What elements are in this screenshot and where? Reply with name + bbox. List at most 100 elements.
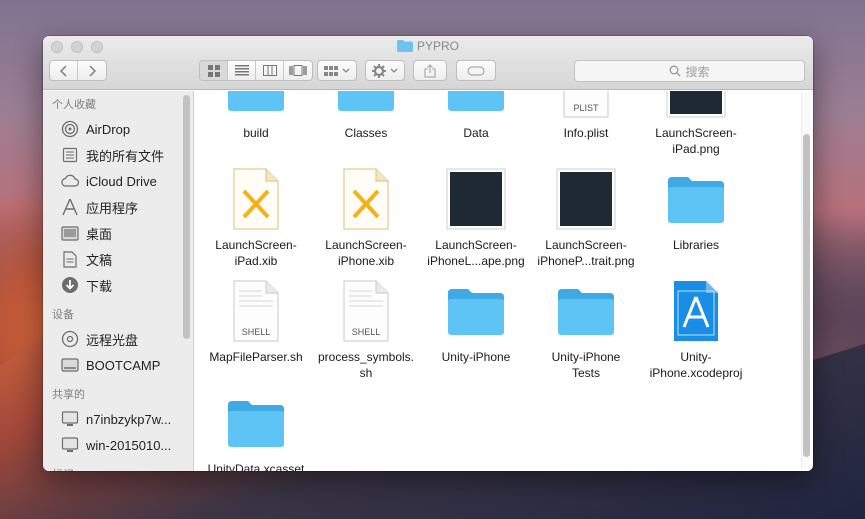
column-view-button[interactable]: [256, 61, 284, 80]
file-name: Data: [463, 126, 489, 140]
tags-button[interactable]: [456, 60, 496, 81]
file-icon: SHELL: [334, 279, 398, 343]
sidebar-scrollbar[interactable]: [183, 95, 190, 339]
folder-icon: [396, 40, 413, 52]
sidebar-item-remote-disc[interactable]: 远程光盘: [43, 326, 193, 352]
view-mode-switcher: [199, 60, 313, 81]
icon-view-button[interactable]: [200, 61, 228, 80]
file-item[interactable]: Data: [421, 91, 531, 141]
file-name: UnityData.xcasset: [207, 462, 305, 471]
file-icon: [444, 279, 508, 343]
list-view-button[interactable]: [228, 61, 256, 80]
desktop-icon: [60, 224, 80, 242]
gallery-view-button[interactable]: [284, 61, 312, 80]
sidebar-item-label: 下载: [86, 278, 113, 294]
file-item[interactable]: Unity-iPhone.xcodeproj: [641, 279, 751, 381]
file-icon: [664, 167, 728, 231]
file-item[interactable]: LaunchScreen-iPhone.xib: [311, 167, 421, 269]
file-name: Libraries: [672, 238, 720, 252]
file-icon: [224, 91, 288, 119]
sidebar-item-label: AirDrop: [86, 121, 131, 137]
file-item[interactable]: Unity-iPhone Tests: [531, 279, 641, 381]
shared-header: 共享的: [52, 389, 85, 401]
image-thumbnail-icon: [446, 168, 506, 230]
file-name: process_symbols.: [317, 350, 415, 364]
grid-icon: [207, 64, 220, 77]
document-icon: [60, 250, 80, 268]
sidebar-item-desktop[interactable]: 桌面: [43, 220, 193, 246]
file-item[interactable]: LaunchScreen-iPad.xib: [201, 167, 311, 269]
tag-icon: [467, 65, 485, 76]
file-item[interactable]: LaunchScreen-iPhoneP...trait.png: [531, 167, 641, 269]
file-item[interactable]: build: [201, 91, 311, 141]
drive-icon: [60, 356, 80, 374]
folder-icon: [338, 91, 394, 111]
action-button[interactable]: [365, 60, 405, 81]
file-name: Unity-iPhone: [441, 350, 511, 364]
folder-icon: [228, 401, 284, 447]
svg-text:SHELL: SHELL: [352, 327, 381, 337]
file-item[interactable]: SHELL MapFileParser.sh: [201, 279, 311, 365]
all-files-icon: [60, 146, 80, 164]
share-icon: [424, 63, 436, 78]
scrollbar-thumb[interactable]: [803, 134, 810, 457]
file-name: LaunchScreen-: [215, 238, 297, 252]
sidebar-item-shared-computer-1[interactable]: n7inbzykp7w...: [43, 406, 193, 432]
image-thumbnail-icon: [666, 91, 726, 118]
computer-icon: [60, 436, 80, 454]
sidebar-item-downloads[interactable]: 下载: [43, 272, 193, 298]
sidebar-item-documents[interactable]: 文稿: [43, 246, 193, 272]
folder-icon: [448, 91, 504, 111]
window-title: PYPRO: [416, 39, 459, 53]
sidebar: 个人收藏 AirDrop 我的所有文件 iCloud Drive 应用程序 桌面…: [43, 91, 194, 471]
file-item[interactable]: LaunchScreen-iPad.png: [641, 91, 751, 157]
shell-script-icon: SHELL: [343, 280, 389, 342]
history-nav: [49, 60, 107, 81]
file-name: iPhone.xib: [337, 254, 395, 268]
file-name: build: [243, 126, 269, 140]
chevron-down-icon: [342, 68, 350, 73]
file-item[interactable]: UnityData.xcasset: [201, 391, 311, 471]
sidebar-item-bootcamp[interactable]: BOOTCAMP: [43, 352, 193, 378]
sidebar-item-applications[interactable]: 应用程序: [43, 194, 193, 220]
sidebar-item-all-files[interactable]: 我的所有文件: [43, 142, 193, 168]
sidebar-item-label: BOOTCAMP: [86, 357, 161, 373]
airdrop-icon: [60, 120, 80, 138]
sidebar-item-airdrop[interactable]: AirDrop: [43, 116, 193, 142]
download-icon: [60, 276, 80, 294]
file-item[interactable]: PLIST Info.plist: [531, 91, 641, 141]
sidebar-item-icloud-drive[interactable]: iCloud Drive: [43, 168, 193, 194]
file-icon: [224, 391, 288, 455]
file-icon: [334, 167, 398, 231]
arrange-button[interactable]: [317, 60, 357, 81]
file-icon: [664, 91, 728, 119]
file-item[interactable]: SHELL process_symbols. sh: [311, 279, 421, 381]
content-scrollbar[interactable]: [801, 93, 810, 469]
file-item[interactable]: Libraries: [641, 167, 751, 253]
xib-file-icon: [343, 168, 389, 230]
file-name: iPhoneL...ape.png: [427, 254, 525, 268]
file-name: iPad.png: [672, 142, 720, 156]
chevron-right-icon: [89, 64, 96, 77]
file-name: Unity-: [680, 350, 712, 364]
chevron-down-icon: [390, 68, 398, 73]
computer-icon: [60, 410, 80, 428]
file-name: iPhoneP...trait.png: [537, 254, 635, 268]
arrange-grid-icon: [324, 65, 338, 76]
gear-icon: [372, 63, 386, 78]
file-name: Tests: [571, 366, 600, 380]
sidebar-item-shared-computer-2[interactable]: win-2015010...: [43, 432, 193, 458]
disc-icon: [60, 330, 80, 348]
file-name: MapFileParser.sh: [209, 350, 303, 364]
back-button[interactable]: [50, 61, 78, 80]
share-button[interactable]: [413, 60, 447, 81]
cloud-icon: [60, 172, 80, 190]
file-item[interactable]: Unity-iPhone: [421, 279, 531, 365]
file-icon: [554, 167, 618, 231]
search-field[interactable]: 搜索: [574, 60, 805, 82]
file-item[interactable]: LaunchScreen-iPhoneL...ape.png: [421, 167, 531, 269]
sidebar-item-label: 我的所有文件: [86, 148, 165, 164]
forward-button[interactable]: [78, 61, 106, 80]
file-name: iPad.xib: [234, 254, 278, 268]
file-item[interactable]: Classes: [311, 91, 421, 141]
